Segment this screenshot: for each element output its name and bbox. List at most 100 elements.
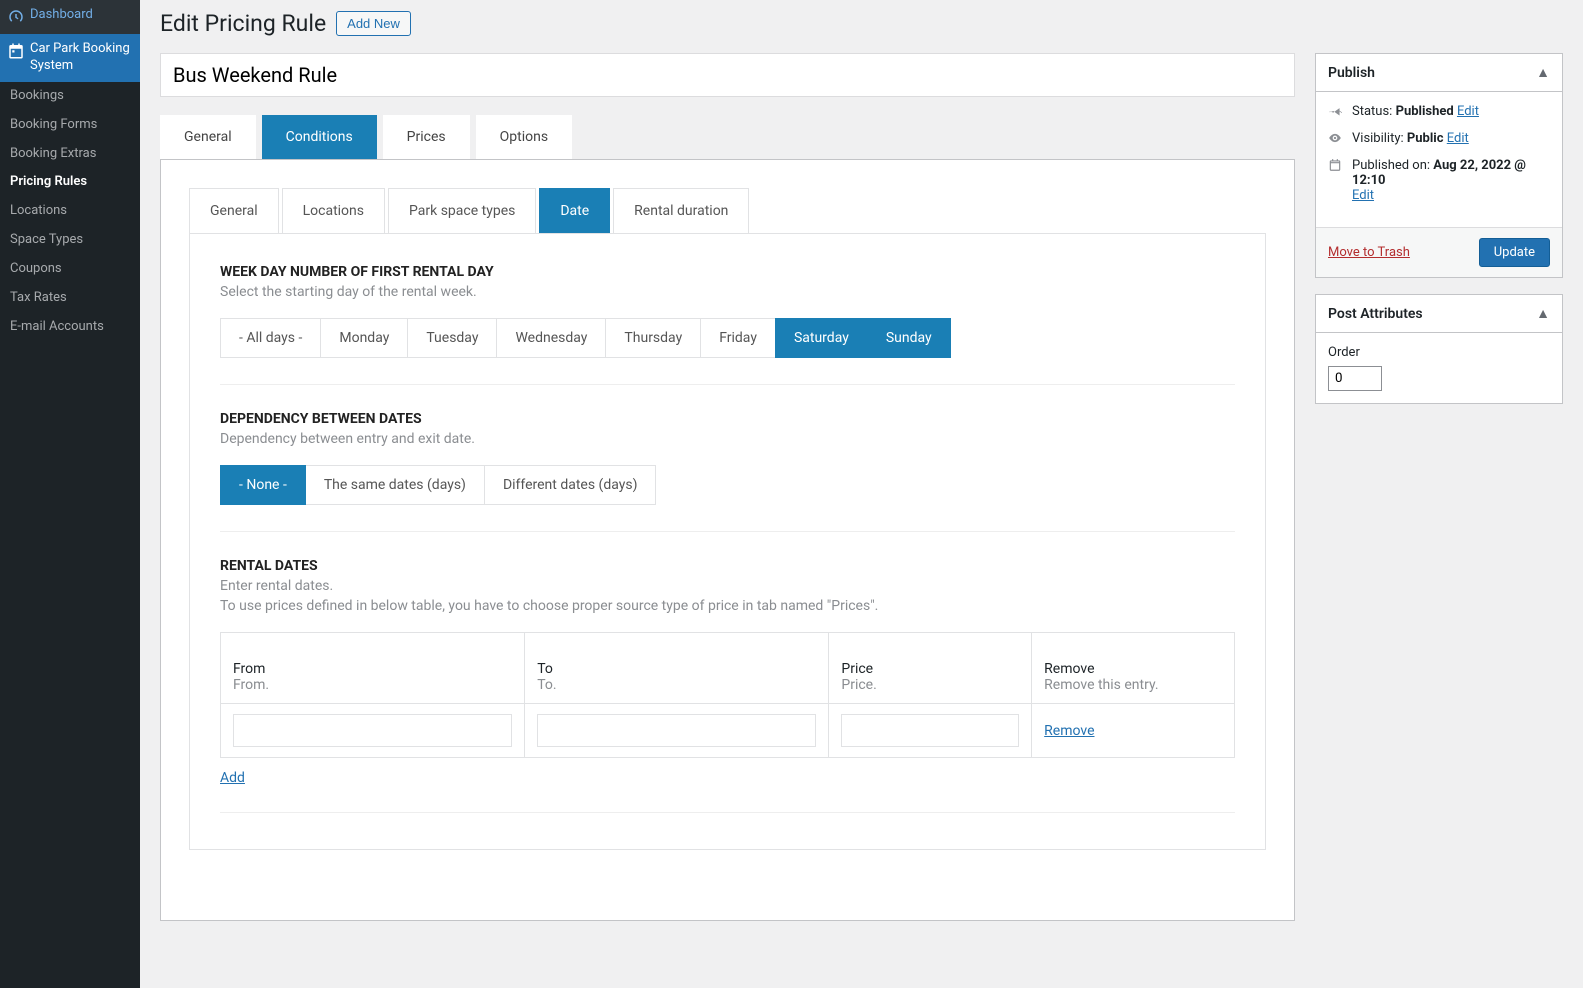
col-to: To To. (525, 633, 829, 704)
submenu-item-pricing-rules[interactable]: Pricing Rules (0, 168, 140, 197)
sub-tabs: GeneralLocationsPark space typesDateRent… (189, 188, 1266, 233)
visibility-label: Visibility: (1352, 131, 1404, 146)
edit-visibility-link[interactable]: Edit (1447, 131, 1469, 146)
weekday-desc: Select the starting day of the rental we… (220, 284, 1235, 300)
dependency-section: DEPENDENCY BETWEEN DATES Dependency betw… (220, 411, 1235, 505)
submenu-item-e-mail-accounts[interactable]: E-mail Accounts (0, 313, 140, 342)
order-label: Order (1328, 345, 1550, 360)
pin-icon (1328, 104, 1344, 118)
sidebar-item-dashboard[interactable]: Dashboard (0, 0, 140, 34)
sub-tab-date[interactable]: Date (539, 188, 610, 233)
sidebar-item-car-park-booking-system[interactable]: Car Park Booking System (0, 34, 140, 82)
col-remove-desc: Remove this entry. (1044, 677, 1158, 693)
edit-status-link[interactable]: Edit (1457, 104, 1479, 119)
dependency-options: - None -The same dates (days)Different d… (220, 465, 1235, 505)
attributes-box-header: Post Attributes ▲ (1316, 295, 1562, 333)
remove-row-link[interactable]: Remove (1044, 723, 1094, 739)
main-content: Edit Pricing Rule Add New GeneralConditi… (140, 0, 1583, 988)
admin-sidebar: Dashboard Car Park Booking System Booking… (0, 0, 140, 988)
from-input[interactable] (233, 714, 512, 747)
tab-prices[interactable]: Prices (383, 115, 470, 159)
sub-tab-content: WEEK DAY NUMBER OF FIRST RENTAL DAY Sele… (189, 233, 1266, 850)
status-row: Status: Published Edit (1328, 104, 1550, 119)
to-input[interactable] (537, 714, 816, 747)
submenu-item-tax-rates[interactable]: Tax Rates (0, 284, 140, 313)
submenu-item-bookings[interactable]: Bookings (0, 82, 140, 111)
dependency-option-the-same-dates-days-[interactable]: The same dates (days) (305, 465, 485, 505)
sub-tab-park-space-types[interactable]: Park space types (388, 188, 536, 233)
tab-content: GeneralLocationsPark space typesDateRent… (160, 159, 1295, 921)
weekday-option-sunday[interactable]: Sunday (867, 318, 951, 358)
collapse-icon[interactable]: ▲ (1536, 305, 1550, 322)
col-to-desc: To. (537, 677, 556, 693)
status-label: Status: (1352, 104, 1392, 119)
rental-dates-title: RENTAL DATES (220, 558, 1235, 574)
page-header: Edit Pricing Rule Add New (160, 10, 1563, 37)
published-on-label: Published on: (1352, 158, 1430, 173)
rental-dates-desc2: To use prices defined in below table, yo… (220, 598, 1235, 614)
weekday-section: WEEK DAY NUMBER OF FIRST RENTAL DAY Sele… (220, 264, 1235, 358)
visibility-value: Public (1407, 131, 1444, 146)
publish-box-header: Publish ▲ (1316, 54, 1562, 92)
col-from: From From. (221, 633, 525, 704)
col-to-header: To (537, 661, 816, 677)
content-left: GeneralConditionsPricesOptions GeneralLo… (160, 53, 1295, 921)
tab-general[interactable]: General (160, 115, 256, 159)
move-to-trash-link[interactable]: Move to Trash (1328, 245, 1410, 260)
sub-tab-general[interactable]: General (189, 188, 279, 233)
submenu-item-space-types[interactable]: Space Types (0, 226, 140, 255)
weekday-option-friday[interactable]: Friday (700, 318, 776, 358)
collapse-icon[interactable]: ▲ (1536, 64, 1550, 81)
col-from-desc: From. (233, 677, 269, 693)
sub-tab-locations[interactable]: Locations (282, 188, 385, 233)
rental-dates-desc1: Enter rental dates. (220, 578, 1235, 594)
sidebar-item-label: Car Park Booking System (30, 41, 132, 75)
col-from-header: From (233, 661, 512, 677)
weekday-option--all-days-[interactable]: - All days - (220, 318, 321, 358)
publish-box-title: Publish (1328, 65, 1375, 81)
update-button[interactable]: Update (1479, 238, 1550, 267)
dashboard-icon (6, 7, 26, 27)
edit-date-link[interactable]: Edit (1352, 188, 1374, 203)
submenu-item-booking-forms[interactable]: Booking Forms (0, 111, 140, 140)
rental-dates-section: RENTAL DATES Enter rental dates. To use … (220, 558, 1235, 786)
weekday-option-wednesday[interactable]: Wednesday (496, 318, 606, 358)
submenu-item-coupons[interactable]: Coupons (0, 255, 140, 284)
rental-dates-table: From From. To To. Price (220, 632, 1235, 758)
publish-box: Publish ▲ Status: Published Edit (1315, 53, 1563, 278)
tab-conditions[interactable]: Conditions (262, 115, 377, 159)
dependency-desc: Dependency between entry and exit date. (220, 431, 1235, 447)
weekday-option-thursday[interactable]: Thursday (605, 318, 701, 358)
sub-tab-rental-duration[interactable]: Rental duration (613, 188, 749, 233)
published-on-row: Published on: Aug 22, 2022 @ 12:10 Edit (1328, 158, 1550, 203)
sidebar-item-label: Dashboard (30, 7, 93, 24)
divider (220, 812, 1235, 813)
divider (220, 384, 1235, 385)
status-value: Published (1396, 104, 1454, 119)
tab-options[interactable]: Options (476, 115, 572, 159)
rule-title-input[interactable] (160, 53, 1295, 97)
visibility-row: Visibility: Public Edit (1328, 131, 1550, 146)
weekday-option-tuesday[interactable]: Tuesday (407, 318, 497, 358)
weekday-options: - All days -MondayTuesdayWednesdayThursd… (220, 318, 1235, 358)
add-row-link[interactable]: Add (220, 770, 245, 786)
weekday-option-saturday[interactable]: Saturday (775, 318, 868, 358)
weekday-option-monday[interactable]: Monday (320, 318, 408, 358)
attributes-box-title: Post Attributes (1328, 306, 1423, 322)
dependency-title: DEPENDENCY BETWEEN DATES (220, 411, 1235, 427)
dependency-option--none-[interactable]: - None - (220, 465, 306, 505)
page-title: Edit Pricing Rule (160, 10, 326, 37)
divider (220, 531, 1235, 532)
submenu-item-booking-extras[interactable]: Booking Extras (0, 140, 140, 169)
col-price-header: Price (841, 661, 1019, 677)
table-row: Remove (221, 704, 1235, 758)
publish-box-footer: Move to Trash Update (1316, 227, 1562, 277)
col-price: Price Price. (829, 633, 1032, 704)
attributes-box: Post Attributes ▲ Order (1315, 294, 1563, 404)
submenu-item-locations[interactable]: Locations (0, 197, 140, 226)
dependency-option-different-dates-days-[interactable]: Different dates (days) (484, 465, 657, 505)
col-price-desc: Price. (841, 677, 876, 693)
order-input[interactable] (1328, 366, 1382, 391)
price-input[interactable] (841, 714, 1019, 747)
add-new-button[interactable]: Add New (336, 11, 411, 36)
